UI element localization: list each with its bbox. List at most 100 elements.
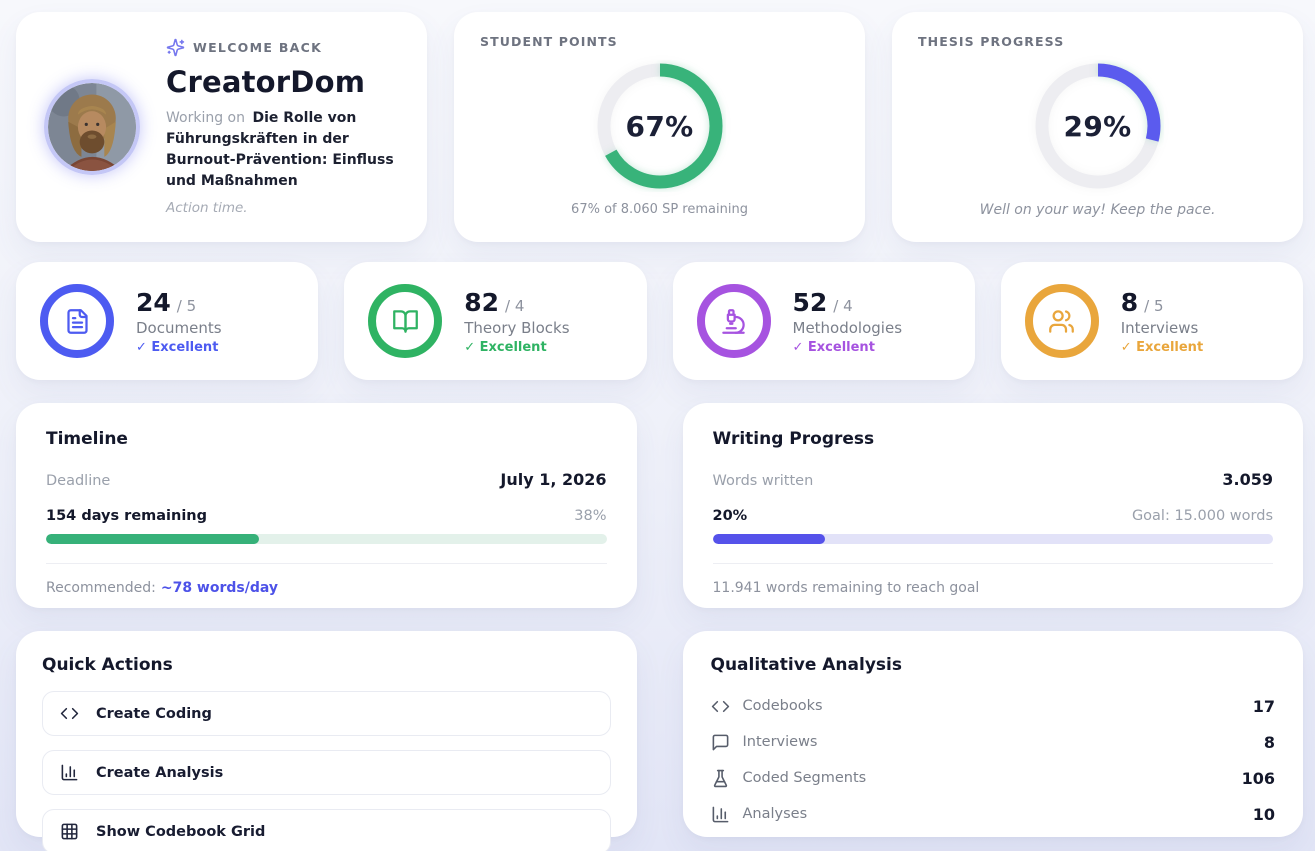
stat-card-theory-blocks[interactable]: 82 / 4 Theory Blocks ✓ Excellent xyxy=(344,262,646,380)
file-text-icon xyxy=(64,308,91,335)
microscope-icon xyxy=(720,308,747,335)
timeline-card: Timeline Deadline July 1, 2026 154 days … xyxy=(16,403,637,608)
create-coding-button[interactable]: Create Coding xyxy=(42,691,611,736)
show-codebook-grid-button[interactable]: Show Codebook Grid xyxy=(42,809,611,851)
qualitative-analysis-card: Qualitative Analysis Codebooks 17 Interv… xyxy=(683,631,1304,837)
quick-actions-card: Quick Actions Create Coding Create Analy… xyxy=(16,631,637,837)
writing-progress-card: Writing Progress Words written 3.059 20%… xyxy=(683,403,1304,608)
theory-blocks-label: Theory Blocks xyxy=(464,319,569,337)
methodologies-ring xyxy=(697,284,771,358)
working-on-text: Working on Die Rolle von Führungskräften… xyxy=(166,108,399,192)
welcome-text-block: WELCOME BACK CreatorDom Working on Die R… xyxy=(166,38,399,216)
interviews-stat-text: 8 / 5 Interviews ✓ Excellent xyxy=(1121,288,1203,355)
recommended-value: ~78 words/day xyxy=(161,580,278,596)
analyses-value: 10 xyxy=(1253,805,1275,824)
stat-card-documents[interactable]: 24 / 5 Documents ✓ Excellent xyxy=(16,262,318,380)
deadline-label: Deadline xyxy=(46,473,110,489)
users-icon xyxy=(1048,308,1075,335)
interviews-count: 8 xyxy=(1121,288,1138,317)
welcome-card: WELCOME BACK CreatorDom Working on Die R… xyxy=(16,12,427,242)
stat-card-interviews[interactable]: 8 / 5 Interviews ✓ Excellent xyxy=(1001,262,1303,380)
timeline-title: Timeline xyxy=(46,429,607,449)
divider xyxy=(713,563,1274,564)
quick-actions-list: Create Coding Create Analysis Show Codeb… xyxy=(42,691,611,851)
student-points-label: STUDENT POINTS xyxy=(480,34,618,49)
student-points-donut: 67% xyxy=(594,60,726,192)
stat-card-methodologies[interactable]: 52 / 4 Methodologies ✓ Excellent xyxy=(673,262,975,380)
coded-segments-label: Coded Segments xyxy=(743,770,1229,786)
documents-status-badge: ✓ Excellent xyxy=(136,340,222,355)
methodologies-total: / 4 xyxy=(833,297,852,315)
bar-chart-icon xyxy=(711,805,730,824)
timeline-percent: 38% xyxy=(574,508,606,524)
dashboard-page: WELCOME BACK CreatorDom Working on Die R… xyxy=(0,0,1315,837)
documents-label: Documents xyxy=(136,319,222,337)
tagline: Action time. xyxy=(166,200,399,216)
qualitative-analysis-title: Qualitative Analysis xyxy=(711,655,1276,675)
create-coding-label: Create Coding xyxy=(96,706,212,722)
message-square-icon xyxy=(711,733,730,752)
documents-count: 24 xyxy=(136,288,171,317)
documents-stat-text: 24 / 5 Documents ✓ Excellent xyxy=(136,288,222,355)
welcome-eyebrow-label: WELCOME BACK xyxy=(193,40,322,55)
bottom-row: Quick Actions Create Coding Create Analy… xyxy=(16,631,1303,837)
progress-row: Timeline Deadline July 1, 2026 154 days … xyxy=(16,403,1303,608)
stats-row: 24 / 5 Documents ✓ Excellent 82 / 4 Theo… xyxy=(16,262,1303,380)
working-on-prefix: Working on xyxy=(166,110,245,126)
methodologies-status-badge: ✓ Excellent xyxy=(793,340,903,355)
interviews-ring xyxy=(1025,284,1099,358)
goal-label: Goal: 15.000 words xyxy=(1132,508,1273,524)
code-icon xyxy=(60,704,79,723)
student-points-percent: 67% xyxy=(594,60,726,192)
create-analysis-button[interactable]: Create Analysis xyxy=(42,750,611,795)
analyses-label: Analyses xyxy=(743,806,1240,822)
words-written-value: 3.059 xyxy=(1222,470,1273,489)
deadline-value: July 1, 2026 xyxy=(500,470,606,489)
writing-percent: 20% xyxy=(713,508,748,524)
quick-actions-title: Quick Actions xyxy=(42,655,611,675)
thesis-progress-donut: 29% xyxy=(1032,60,1164,192)
flask-icon xyxy=(711,769,730,788)
words-remaining-note: 11.941 words remaining to reach goal xyxy=(713,580,1274,596)
thesis-progress-caption: Well on your way! Keep the pace. xyxy=(980,202,1216,218)
interviews-row: Interviews 8 xyxy=(711,724,1276,760)
create-analysis-label: Create Analysis xyxy=(96,765,223,781)
divider xyxy=(46,563,607,564)
interviews-analysis-label: Interviews xyxy=(743,734,1251,750)
avatar[interactable] xyxy=(44,79,140,175)
thesis-progress-percent: 29% xyxy=(1032,60,1164,192)
analyses-row: Analyses 10 xyxy=(711,796,1276,832)
methodologies-label: Methodologies xyxy=(793,319,903,337)
codebooks-row: Codebooks 17 xyxy=(711,688,1276,724)
writing-progress-title: Writing Progress xyxy=(713,429,1274,449)
days-remaining: 154 days remaining xyxy=(46,508,207,524)
timeline-progress-bar xyxy=(46,534,607,544)
codebooks-label: Codebooks xyxy=(743,698,1240,714)
theory-blocks-stat-text: 82 / 4 Theory Blocks ✓ Excellent xyxy=(464,288,569,355)
grid-icon xyxy=(60,822,79,841)
interviews-status-badge: ✓ Excellent xyxy=(1121,340,1203,355)
words-written-label: Words written xyxy=(713,473,814,489)
theory-blocks-total: / 4 xyxy=(505,297,524,315)
recommended-label: Recommended: xyxy=(46,580,156,596)
methodologies-count: 52 xyxy=(793,288,828,317)
thesis-progress-label: THESIS PROGRESS xyxy=(918,34,1064,49)
thesis-progress-card: THESIS PROGRESS 29% Well on your way! Ke… xyxy=(892,12,1303,242)
student-points-caption: 67% of 8.060 SP remaining xyxy=(571,202,748,217)
documents-ring xyxy=(40,284,114,358)
methodologies-stat-text: 52 / 4 Methodologies ✓ Excellent xyxy=(793,288,903,355)
top-row: WELCOME BACK CreatorDom Working on Die R… xyxy=(16,12,1303,239)
book-open-icon xyxy=(392,308,419,335)
interviews-total: / 5 xyxy=(1144,297,1163,315)
theory-blocks-count: 82 xyxy=(464,288,499,317)
timeline-progress-fill xyxy=(46,534,259,544)
show-codebook-grid-label: Show Codebook Grid xyxy=(96,824,265,840)
writing-progress-fill xyxy=(713,534,825,544)
sparkles-icon xyxy=(166,38,185,57)
interviews-analysis-value: 8 xyxy=(1264,733,1275,752)
welcome-eyebrow: WELCOME BACK xyxy=(166,38,399,57)
theory-blocks-status-badge: ✓ Excellent xyxy=(464,340,569,355)
documents-total: / 5 xyxy=(177,297,196,315)
user-name: CreatorDom xyxy=(166,65,399,99)
avatar-portrait-illustration xyxy=(48,83,136,171)
